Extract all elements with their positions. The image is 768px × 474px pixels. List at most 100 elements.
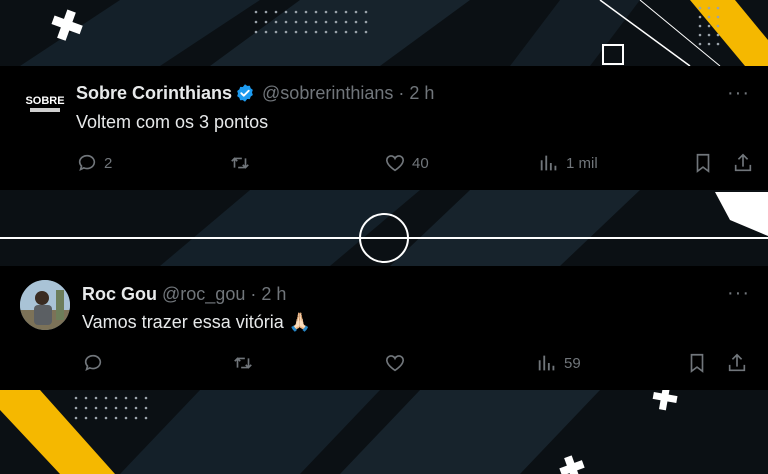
share-button[interactable] (726, 352, 748, 374)
views-chart-icon (538, 355, 555, 371)
decorative-dot (284, 10, 288, 14)
views-button[interactable]: 59 (536, 352, 581, 374)
decorative-dot (284, 30, 288, 34)
retweet-button[interactable] (232, 352, 260, 374)
like-button[interactable] (384, 352, 412, 374)
decorative-dot (134, 396, 138, 400)
decorative-dot (114, 396, 118, 400)
decorative-dot (304, 10, 308, 14)
decorative-dot (354, 10, 358, 14)
decorative-dot (334, 10, 338, 14)
decorative-dot (94, 406, 98, 410)
decorative-dot (284, 20, 288, 24)
share-icon (728, 353, 746, 372)
decorative-dot (134, 416, 138, 420)
reply-icon (84, 354, 102, 371)
display-name[interactable]: Sobre Corinthians (76, 83, 232, 103)
decorative-dot (354, 30, 358, 34)
share-icon (734, 153, 752, 172)
decorative-dot (74, 416, 78, 420)
bookmark-button[interactable] (686, 352, 708, 374)
like-button[interactable]: 40 (384, 152, 429, 174)
decorative-dot (707, 15, 711, 19)
decorative-dot (324, 10, 328, 14)
bookmark-icon (696, 153, 710, 173)
decorative-dot (698, 15, 702, 19)
heart-icon (385, 355, 405, 372)
decorative-dot (344, 20, 348, 24)
decorative-dot (294, 20, 298, 24)
avatar[interactable] (20, 280, 70, 330)
decorative-dot (698, 42, 702, 46)
tweet-card[interactable]: SOBRE Sobre Corinthians @sobrerinthians … (0, 66, 768, 190)
decorative-dot (274, 30, 278, 34)
view-count: 59 (564, 354, 581, 372)
timestamp[interactable]: · 2 h (250, 284, 286, 304)
decorative-dot (364, 20, 368, 24)
decorative-dot (104, 416, 108, 420)
decorative-dot (74, 406, 78, 410)
retweet-button[interactable] (229, 152, 257, 174)
decorative-dot (716, 15, 720, 19)
decorative-dot (314, 20, 318, 24)
decorative-dot (264, 10, 268, 14)
views-chart-icon (540, 155, 557, 171)
decorative-dot (324, 20, 328, 24)
decorative-dot (84, 396, 88, 400)
decorative-dot (716, 6, 720, 10)
decorative-dot (304, 20, 308, 24)
decorative-dot (114, 406, 118, 410)
decorative-dot (144, 396, 148, 400)
decorative-dot (74, 396, 78, 400)
bookmark-button[interactable] (692, 152, 714, 174)
decorative-dot (94, 416, 98, 420)
decorative-dot (84, 416, 88, 420)
decorative-dot (84, 406, 88, 410)
avatar-logo-text: SOBRE (25, 95, 64, 107)
decorative-dot (707, 42, 711, 46)
display-name[interactable]: Roc Gou (82, 284, 157, 304)
decorative-dot (344, 30, 348, 34)
decorative-dot (294, 30, 298, 34)
share-button[interactable] (732, 152, 754, 174)
decorative-dot (364, 10, 368, 14)
decorative-dot (294, 10, 298, 14)
decorative-dot (314, 10, 318, 14)
decorative-dot (274, 20, 278, 24)
view-count: 1 mil (566, 154, 598, 172)
bookmark-icon (690, 353, 704, 373)
retweet-icon (234, 357, 252, 369)
verified-badge-icon (237, 84, 253, 102)
decorative-dot (124, 416, 128, 420)
decorative-dot (707, 24, 711, 28)
decorative-dot (254, 30, 258, 34)
decorative-dot (716, 42, 720, 46)
decorative-dot (304, 30, 308, 34)
decorative-dot (707, 6, 711, 10)
decorative-dot (314, 30, 318, 34)
decorative-dot (124, 406, 128, 410)
decorative-dot (94, 396, 98, 400)
decorative-dot (334, 30, 338, 34)
decorative-dot (264, 20, 268, 24)
decorative-dot (264, 30, 268, 34)
decorative-dot (334, 20, 338, 24)
decorative-dot (134, 406, 138, 410)
tweet-card[interactable]: Roc Gou @roc_gou · 2 h ··· Vamos trazer … (0, 266, 768, 390)
decorative-dot (698, 24, 702, 28)
decorative-dot (344, 10, 348, 14)
reply-button[interactable] (82, 352, 110, 374)
decorative-dot (254, 10, 258, 14)
handle[interactable]: @sobrerinthians (262, 83, 393, 103)
handle[interactable]: @roc_gou (162, 284, 245, 304)
heart-icon (385, 155, 405, 172)
decorative-dot (274, 10, 278, 14)
tweet-header: Sobre Corinthians @sobrerinthians · 2 h (76, 82, 434, 104)
decorative-dot (254, 20, 258, 24)
more-options-icon[interactable]: ··· (727, 282, 750, 305)
avatar[interactable]: SOBRE (20, 78, 70, 128)
timestamp[interactable]: · 2 h (398, 83, 434, 103)
more-options-icon[interactable]: ··· (727, 82, 750, 105)
reply-button[interactable]: 2 (76, 152, 112, 174)
views-button[interactable]: 1 mil (538, 152, 598, 174)
